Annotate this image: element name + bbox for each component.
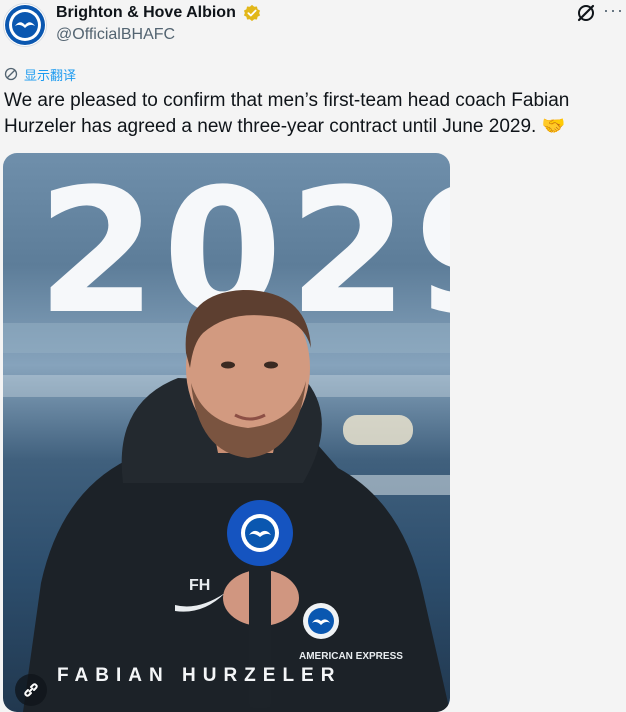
player-name-caption: FABIAN HURZELER — [57, 665, 342, 686]
coach-portrait: FH AMERICAN EXPRESS — [23, 290, 450, 712]
fh-initials: FH — [189, 577, 210, 594]
account-name[interactable]: Brighton & Hove Albion — [56, 3, 236, 23]
account-handle[interactable]: @OfficialBHAFC — [56, 25, 175, 45]
show-translation-label: 显示翻译 — [24, 67, 77, 83]
jacket-sponsor: AMERICAN EXPRESS — [299, 651, 403, 662]
link-icon — [24, 683, 38, 697]
copy-link-button[interactable] — [15, 674, 47, 706]
tweet-header: Brighton & Hove Albion @OfficialBHAFC ··… — [0, 0, 626, 56]
show-translation-link[interactable]: 显示翻译 — [4, 65, 76, 83]
more-options-button[interactable]: ··· — [603, 0, 624, 20]
grok-icon[interactable] — [576, 3, 596, 23]
seagull-crest-icon — [5, 5, 45, 45]
account-avatar[interactable] — [3, 3, 47, 47]
verified-badge-icon — [243, 4, 261, 22]
tweet-image[interactable]: 2029 FH AMERICAN EXPRES — [3, 153, 450, 712]
tweet-text: We are pleased to confirm that men’s fir… — [4, 90, 570, 137]
translate-icon — [4, 67, 18, 81]
